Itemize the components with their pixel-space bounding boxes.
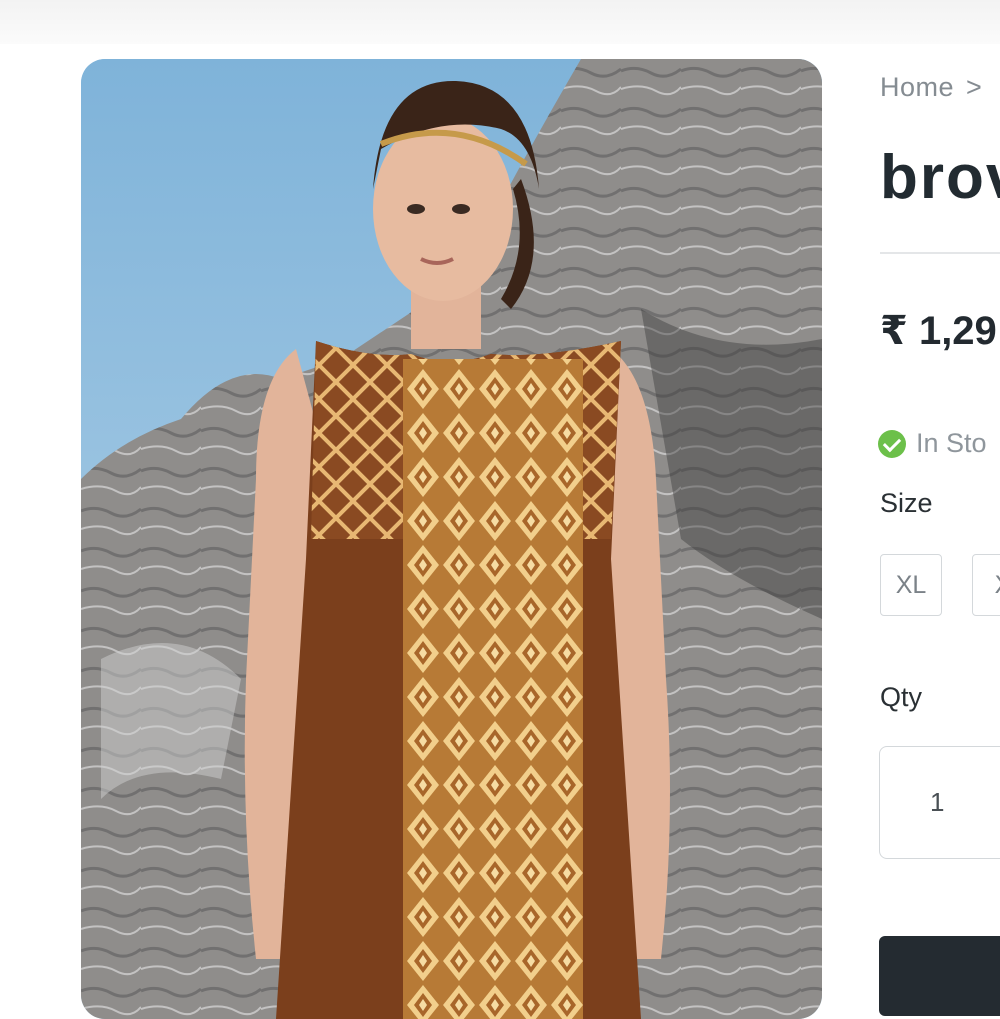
- stock-status-label: In Sto: [916, 428, 987, 458]
- breadcrumb-home-link[interactable]: Home: [880, 72, 954, 102]
- qty-label: Qty: [880, 682, 923, 712]
- product-title: brov: [880, 143, 1000, 212]
- stock-status: In Sto: [878, 428, 987, 459]
- product-image[interactable]: [81, 59, 822, 1019]
- size-option-xl[interactable]: XL: [880, 554, 942, 616]
- size-label: Size: [880, 488, 933, 518]
- size-option-x[interactable]: X: [972, 554, 1000, 616]
- quantity-input[interactable]: 1: [879, 746, 1000, 859]
- product-photo-graphic: [81, 59, 822, 1019]
- top-bar: [0, 0, 1000, 44]
- check-circle-icon: [878, 429, 906, 458]
- product-price: ₹ 1,29: [880, 309, 997, 353]
- breadcrumb: Home >: [880, 72, 982, 103]
- add-to-cart-button[interactable]: [879, 936, 1000, 1016]
- title-divider: [880, 252, 1000, 254]
- breadcrumb-separator: >: [966, 72, 983, 102]
